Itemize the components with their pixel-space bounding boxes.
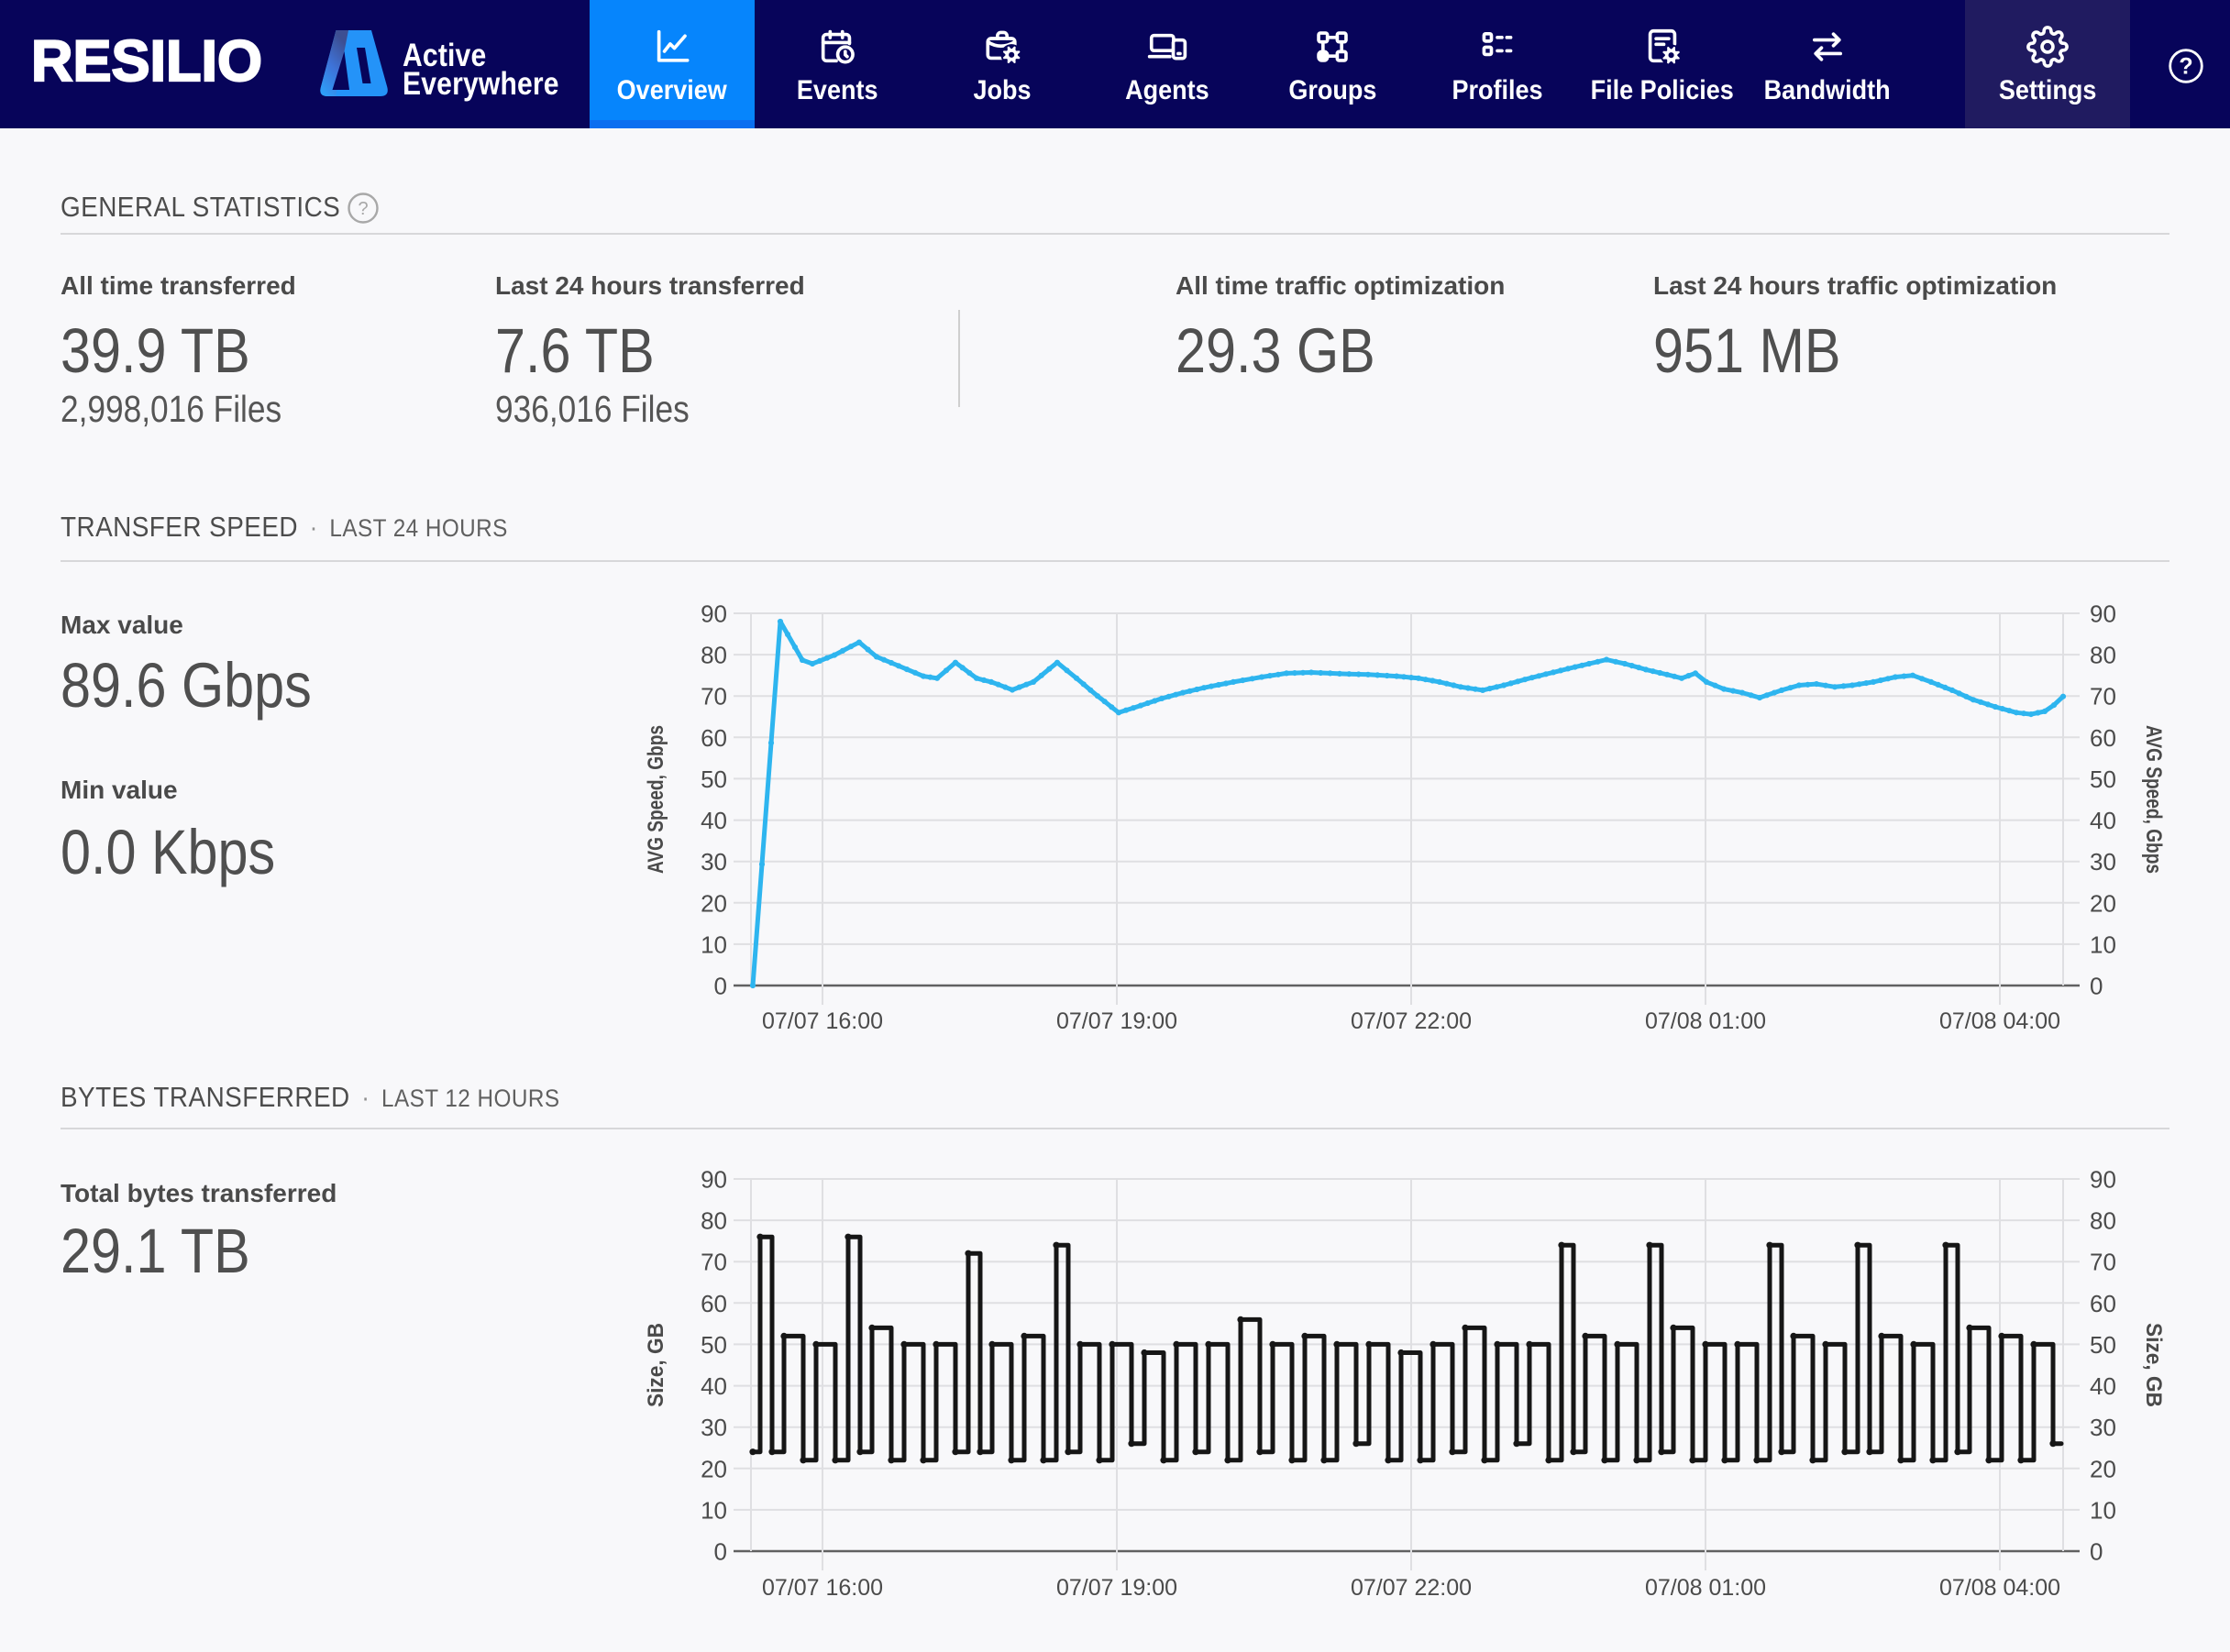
svg-text:40: 40 — [701, 1372, 727, 1400]
svg-text:0: 0 — [2090, 1538, 2103, 1566]
svg-text:07/08 01:00: 07/08 01:00 — [1645, 1575, 1766, 1601]
svg-text:AVG Speed, Gbps: AVG Speed, Gbps — [2141, 725, 2166, 874]
svg-text:30: 30 — [2090, 1414, 2116, 1441]
svg-text:20: 20 — [701, 1455, 727, 1482]
svg-text:30: 30 — [2090, 848, 2116, 876]
svg-text:10: 10 — [2090, 931, 2116, 958]
svg-text:90: 90 — [701, 600, 727, 628]
svg-text:20: 20 — [2090, 889, 2116, 917]
svg-text:40: 40 — [2090, 807, 2116, 834]
svg-text:70: 70 — [701, 683, 727, 710]
svg-text:Size, GB: Size, GB — [2141, 1323, 2166, 1407]
svg-text:07/07 19:00: 07/07 19:00 — [1056, 1008, 1177, 1034]
svg-text:07/07 16:00: 07/07 16:00 — [762, 1575, 883, 1601]
svg-text:AVG Speed, Gbps: AVG Speed, Gbps — [644, 725, 668, 874]
svg-text:Size, GB: Size, GB — [644, 1323, 668, 1407]
svg-text:07/08 04:00: 07/08 04:00 — [1939, 1008, 2060, 1034]
svg-text:0: 0 — [2090, 973, 2103, 1000]
svg-text:10: 10 — [2090, 1496, 2116, 1524]
svg-text:50: 50 — [2090, 1331, 2116, 1359]
svg-text:0: 0 — [714, 973, 727, 1000]
svg-text:07/07 16:00: 07/07 16:00 — [762, 1008, 883, 1034]
svg-text:60: 60 — [701, 1290, 727, 1317]
svg-text:07/08 01:00: 07/08 01:00 — [1645, 1008, 1766, 1034]
svg-text:40: 40 — [701, 807, 727, 834]
svg-text:0: 0 — [714, 1538, 727, 1566]
svg-text:40: 40 — [2090, 1372, 2116, 1400]
svg-text:60: 60 — [2090, 1290, 2116, 1317]
svg-text:20: 20 — [2090, 1455, 2116, 1482]
svg-text:90: 90 — [2090, 1166, 2116, 1194]
svg-text:80: 80 — [2090, 1207, 2116, 1235]
svg-text:10: 10 — [701, 1496, 727, 1524]
svg-text:07/07 19:00: 07/07 19:00 — [1056, 1575, 1177, 1601]
svg-text:90: 90 — [2090, 600, 2116, 628]
svg-text:70: 70 — [2090, 1249, 2116, 1276]
svg-text:30: 30 — [701, 848, 727, 876]
svg-text:70: 70 — [2090, 683, 2116, 710]
svg-text:20: 20 — [701, 889, 727, 917]
svg-text:60: 60 — [701, 724, 727, 752]
svg-text:80: 80 — [701, 642, 727, 669]
svg-text:70: 70 — [701, 1249, 727, 1276]
svg-text:07/08 04:00: 07/08 04:00 — [1939, 1575, 2060, 1601]
svg-text:07/07 22:00: 07/07 22:00 — [1351, 1575, 1472, 1601]
svg-text:50: 50 — [2090, 765, 2116, 793]
svg-text:30: 30 — [701, 1414, 727, 1441]
svg-text:80: 80 — [701, 1207, 727, 1235]
svg-text:07/07 22:00: 07/07 22:00 — [1351, 1008, 1472, 1034]
svg-text:80: 80 — [2090, 642, 2116, 669]
svg-text:90: 90 — [701, 1166, 727, 1194]
svg-text:50: 50 — [701, 1331, 727, 1359]
svg-text:50: 50 — [701, 765, 727, 793]
svg-text:10: 10 — [701, 931, 727, 958]
svg-text:60: 60 — [2090, 724, 2116, 752]
